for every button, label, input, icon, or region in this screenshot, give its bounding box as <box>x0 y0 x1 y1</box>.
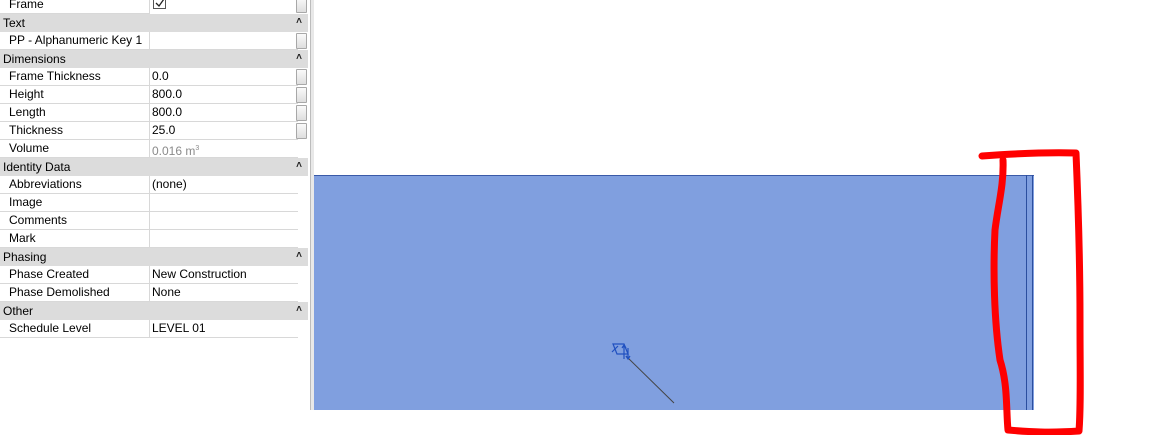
revit-window: Frame Text ˄ PP - Alphanumeric Key 1 Dimensi… <box>0 0 1168 435</box>
annotation-overlay <box>611 149 1084 435</box>
red-markup-outline <box>978 149 1084 435</box>
leader-line <box>625 355 675 404</box>
